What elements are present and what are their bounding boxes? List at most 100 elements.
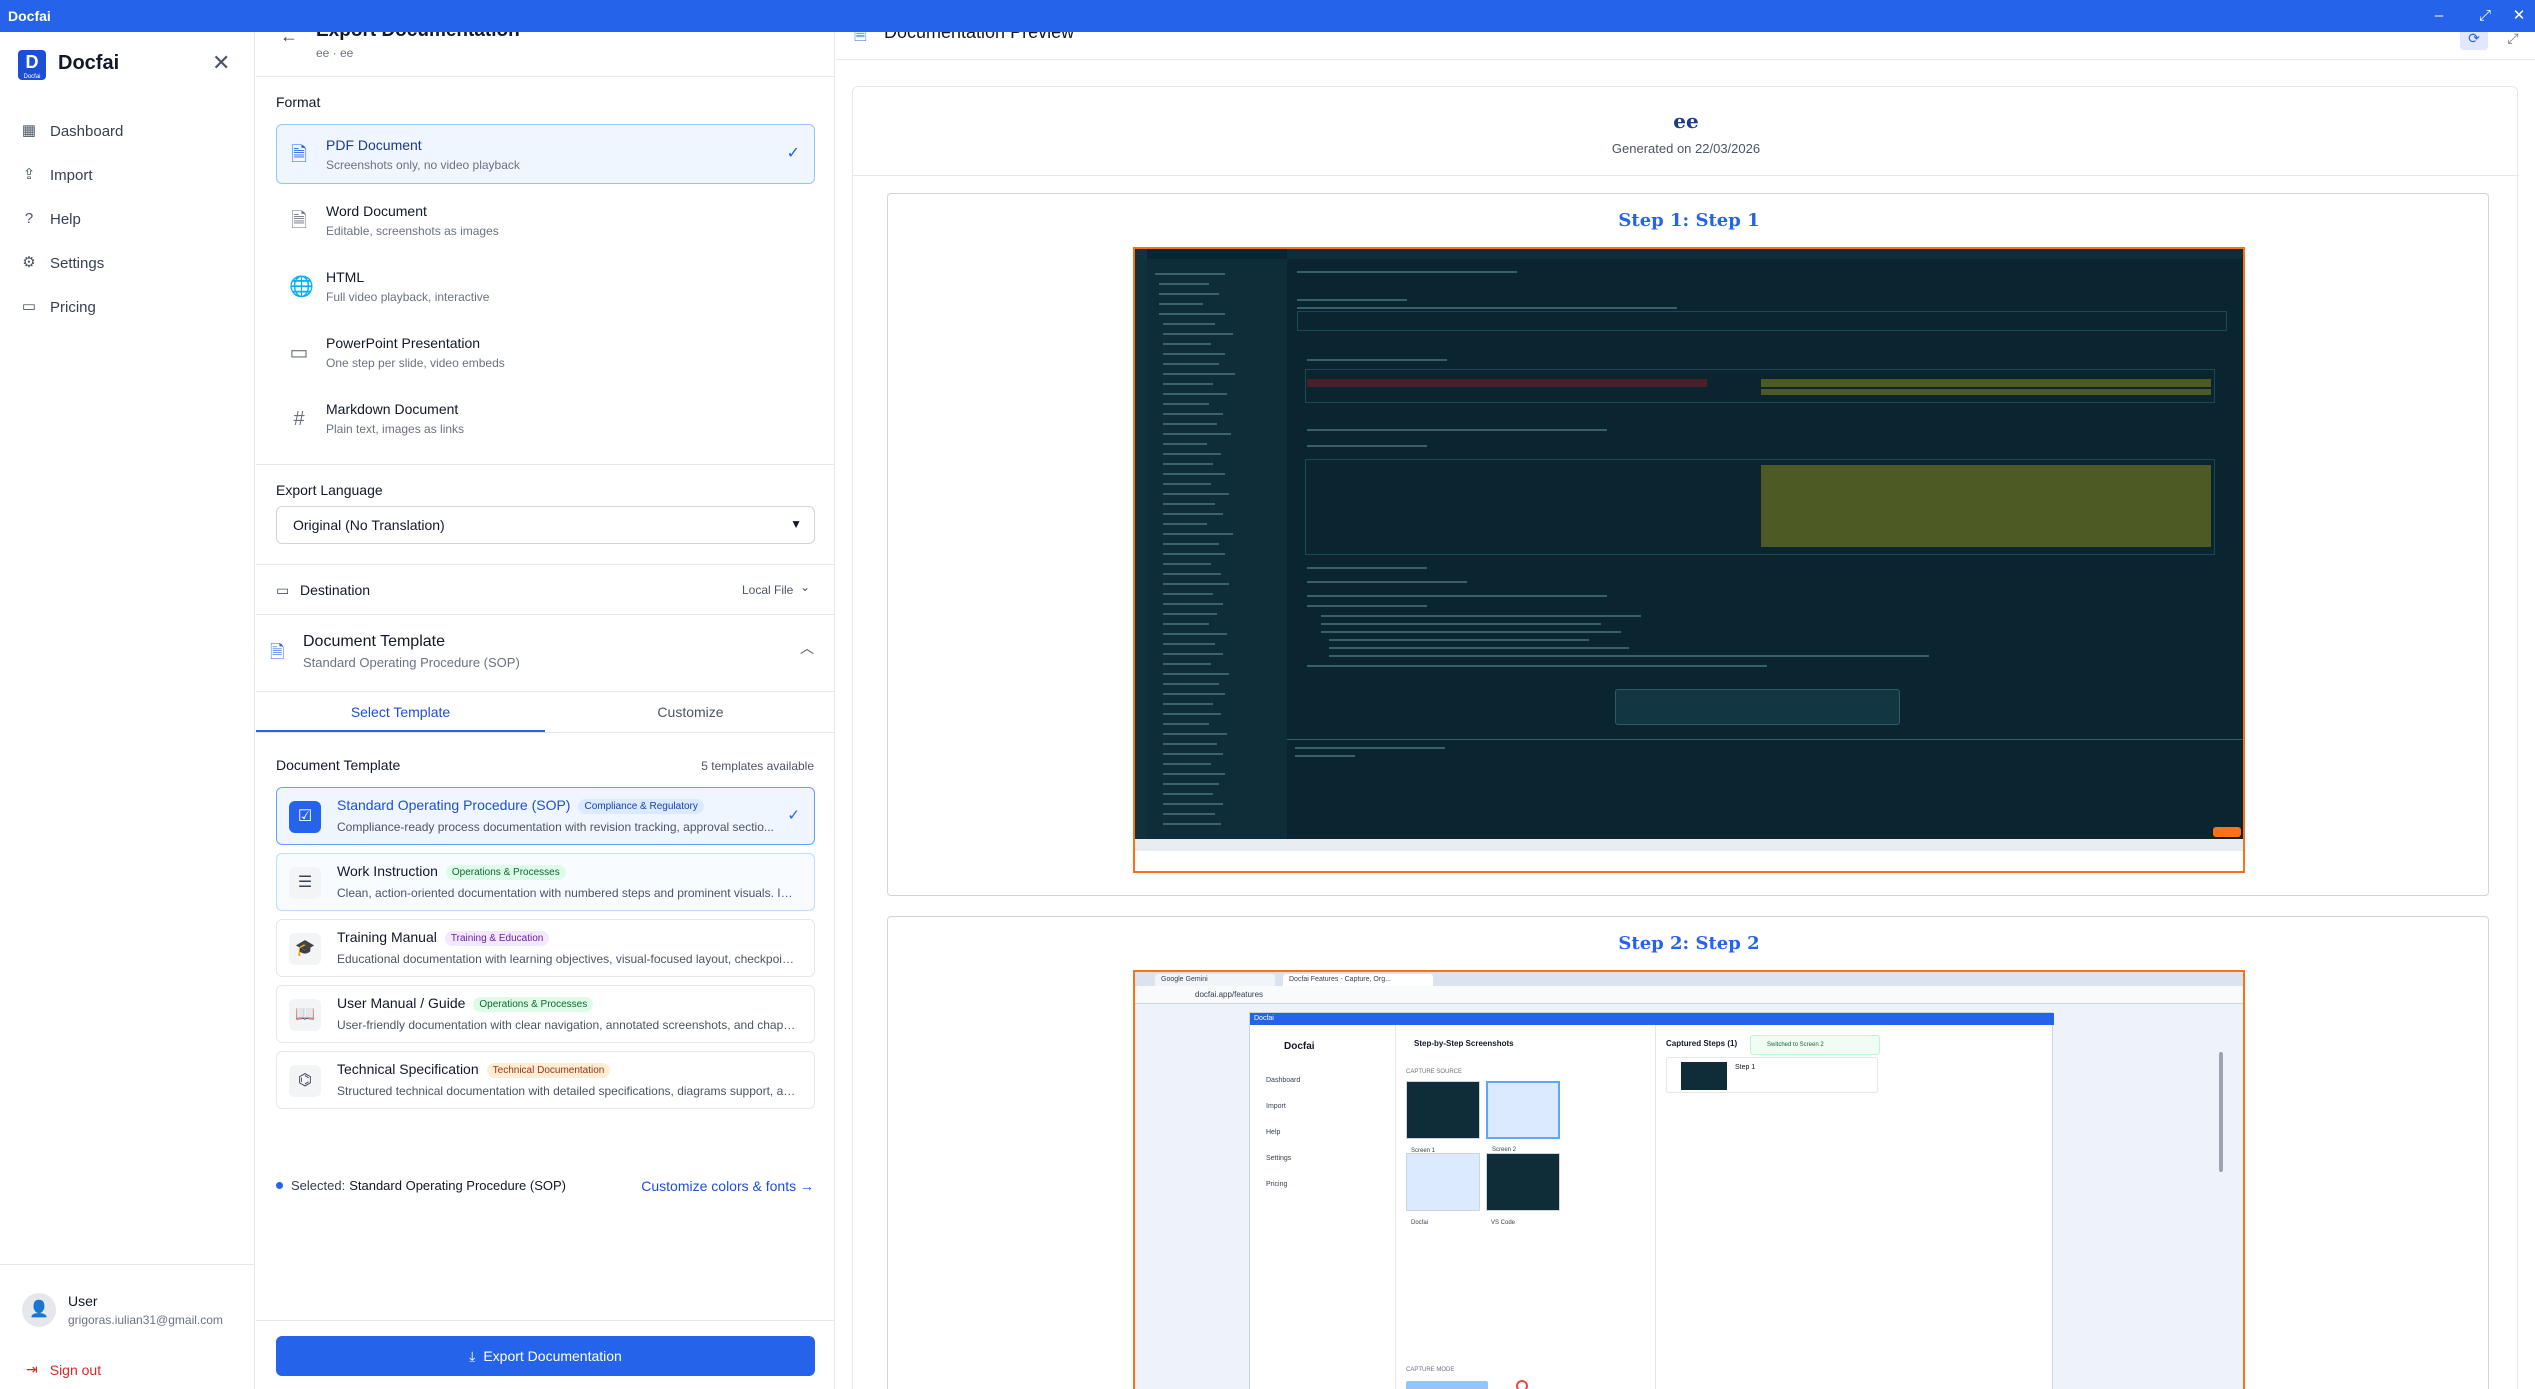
- close-sidebar-icon[interactable]: ✕: [212, 52, 230, 74]
- sidebar-item-pricing[interactable]: ▭ Pricing: [20, 292, 96, 322]
- category-badge: Training & Education: [444, 931, 550, 946]
- user-section: 👤 User grigoras.iulian31@gmail.com ⇥ Sign…: [0, 1264, 255, 1389]
- refresh-icon[interactable]: ⟳: [2460, 32, 2488, 50]
- divider: [853, 175, 2519, 176]
- grid-icon: ▦: [21, 122, 37, 139]
- window-title: Docfai: [8, 8, 51, 24]
- tab-select-template[interactable]: Select Template: [256, 692, 545, 732]
- check-icon: ✓: [786, 145, 800, 162]
- back-arrow-icon[interactable]: ←: [280, 32, 298, 47]
- screen-thumb-selected: Screen 2: [1486, 1081, 1560, 1153]
- check-icon: ✓: [787, 807, 800, 824]
- format-label: Format: [276, 94, 321, 110]
- language-label: Export Language: [276, 482, 383, 498]
- language-select[interactable]: Original (No Translation) ▼: [276, 506, 815, 544]
- panel-subtitle: ee · ee: [316, 46, 354, 60]
- captured-steps-panel: Captured Steps (1) Switched to Screen 2 …: [1656, 1025, 2054, 1389]
- docfai-app-window: Docfai Docfai Dashboard Import Help Sett…: [1249, 1012, 2054, 1389]
- export-panel: ← Export Documentation ee · ee Format 🗎 …: [256, 32, 835, 1389]
- template-count: 5 templates available: [701, 759, 814, 773]
- activity-bar: [1135, 249, 1147, 839]
- step-card-2: Step 2: Step 2 Google Gemini Docfai Feat…: [887, 916, 2489, 1389]
- download-icon: ⤓: [469, 1347, 476, 1364]
- browser-tab-active: Docfai Features - Capture, Org...: [1283, 974, 1433, 986]
- chevron-down-icon[interactable]: ⌄: [800, 580, 810, 594]
- format-option-pdf[interactable]: 🗎 PDF Document Screenshots only, no vide…: [276, 124, 815, 184]
- sign-out-button[interactable]: ⇥ Sign out: [26, 1361, 101, 1378]
- template-option-work-instruction[interactable]: ☰ Work Instruction Operations & Processes…: [276, 853, 815, 911]
- help-icon: ?: [24, 210, 34, 227]
- selected-template-row: Selected: Standard Operating Procedure (…: [276, 1178, 566, 1193]
- clipboard-check-icon: ☑: [289, 801, 321, 833]
- documentation-preview: 🗎 Documentation Preview ⟳ ⤢ ee Generated…: [836, 32, 2535, 1389]
- divider: [256, 76, 834, 77]
- globe-icon: 🌐: [289, 276, 314, 298]
- category-badge: Technical Documentation: [486, 1063, 611, 1078]
- destination-label: Destination: [300, 582, 371, 598]
- graduation-cap-icon: 🎓: [289, 933, 321, 965]
- screen-thumb: VS Code: [1486, 1153, 1560, 1226]
- fullscreen-icon[interactable]: ⤢: [2499, 32, 2527, 50]
- destination-value[interactable]: Local File: [742, 583, 793, 597]
- template-document-icon: 🗎: [270, 642, 285, 662]
- category-badge: Operations & Processes: [445, 865, 566, 880]
- document-title: ee: [1673, 109, 1699, 133]
- toast-notification: Switched to Screen 2: [1750, 1035, 1880, 1055]
- checklist-icon: ☰: [289, 867, 321, 899]
- format-option-word[interactable]: 🗎 Word Document Editable, screenshots as…: [276, 190, 815, 250]
- book-icon: 📖: [289, 999, 321, 1031]
- format-option-markdown[interactable]: # Markdown Document Plain text, images a…: [276, 388, 815, 448]
- screen-thumb: Docfai: [1406, 1153, 1480, 1226]
- export-documentation-button[interactable]: ⤓ Export Documentation: [276, 1336, 815, 1376]
- document-template-title[interactable]: Document Template: [303, 633, 445, 651]
- sidebar-item-settings[interactable]: ⚙ Settings: [20, 248, 104, 278]
- app-brand: Docfai: [1284, 1041, 1315, 1052]
- divider: [256, 564, 834, 565]
- step-badge: [2213, 827, 2241, 837]
- template-option-technical-spec[interactable]: ⌬ Technical Specification Technical Docum…: [276, 1051, 815, 1109]
- maximize-icon[interactable]: ⤢: [2472, 4, 2498, 28]
- template-list-label: Document Template: [276, 757, 401, 773]
- category-badge: Compliance & Regulatory: [578, 799, 704, 814]
- minimize-icon[interactable]: –: [2426, 4, 2452, 28]
- customize-colors-link[interactable]: Customize colors & fonts →: [641, 1178, 814, 1194]
- category-badge: Operations & Processes: [473, 997, 594, 1012]
- preview-title: Documentation Preview: [884, 32, 1075, 42]
- sidebar-item-dashboard[interactable]: ▦ Dashboard: [20, 116, 123, 146]
- chevron-up-icon[interactable]: ︿: [800, 638, 814, 658]
- logout-icon: ⇥: [26, 1361, 38, 1377]
- template-option-user-manual[interactable]: 📖 User Manual / Guide Operations & Proces…: [276, 985, 815, 1043]
- sidebar-item-import[interactable]: ⇪ Import: [20, 160, 93, 190]
- browser-tab: Google Gemini: [1155, 974, 1275, 986]
- gear-icon: ⚙: [22, 254, 36, 271]
- panel-title: Export Documentation: [316, 32, 520, 42]
- app-logo: D Docfai: [18, 50, 46, 80]
- sidebar-item-help[interactable]: ? Help: [20, 204, 81, 234]
- close-window-icon[interactable]: ✕: [2506, 4, 2532, 28]
- format-option-powerpoint[interactable]: ▭ PowerPoint Presentation One step per s…: [276, 322, 815, 382]
- record-icon: [1516, 1380, 1528, 1389]
- document-icon: 🗎: [290, 144, 308, 166]
- url-text: docfai.app/features: [1195, 990, 1264, 999]
- chevron-down-icon: ▼: [790, 517, 802, 531]
- user-name: User: [68, 1293, 98, 1309]
- file-explorer: [1147, 259, 1287, 839]
- tab-customize[interactable]: Customize: [546, 692, 834, 732]
- user-email: grigoras.iulian31@gmail.com: [68, 1313, 223, 1327]
- app-sidebar: Docfai Dashboard Import Help Settings Pr…: [1250, 1025, 1396, 1389]
- format-option-html[interactable]: 🌐 HTML Full video playback, interactive: [276, 256, 815, 316]
- step-screenshot-2: Google Gemini Docfai Features - Capture,…: [1133, 970, 2245, 1389]
- chat-input-box: [1615, 689, 1900, 725]
- screen-thumb: Screen 1: [1406, 1081, 1480, 1154]
- step-thumbnail: [1681, 1062, 1727, 1090]
- template-option-sop[interactable]: ☑ Standard Operating Procedure (SOP) Comp…: [276, 787, 815, 845]
- avatar[interactable]: 👤: [22, 1293, 56, 1327]
- template-option-training-manual[interactable]: 🎓 Training Manual Training & Education Ed…: [276, 919, 815, 977]
- document-icon: 🗎: [854, 32, 867, 44]
- preview-header: 🗎 Documentation Preview ⟳ ⤢: [836, 32, 2535, 60]
- card-icon: ▭: [21, 298, 37, 315]
- upload-icon: ⇪: [22, 166, 36, 183]
- divider: [256, 1320, 834, 1321]
- captured-step-item: Step 1: [1666, 1057, 1878, 1093]
- sidebar: D Docfai Docfai ✕ ▦ Dashboard ⇪ Import ? Hel…: [0, 32, 255, 1389]
